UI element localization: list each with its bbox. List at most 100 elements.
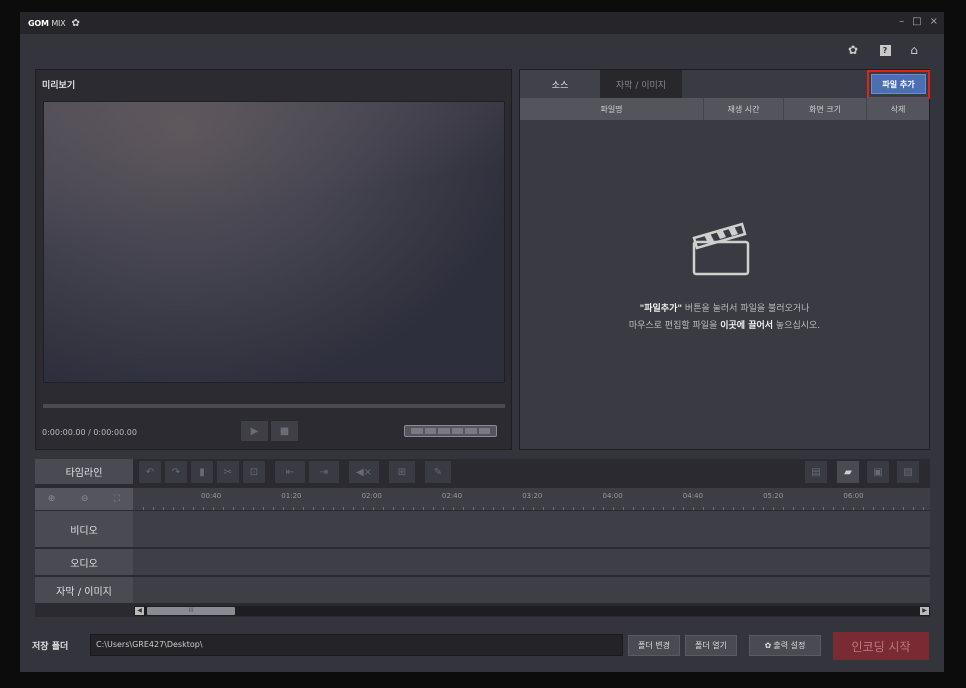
file-list-empty[interactable]: "파일추가" 버튼을 눌러서 파일을 불러오거나 마우스로 편집할 파일을 이곳… (520, 120, 929, 449)
split-right-icon[interactable]: ⇥ (309, 461, 339, 483)
time-ruler[interactable]: 00:40 01:20 02:00 02:40 03:20 04:00 04:40 05:20… (133, 488, 930, 510)
delete-icon[interactable]: ▮ (191, 461, 213, 483)
timeline-label: 타임라인 (35, 459, 133, 485)
track-label-audio: 오디오 (35, 549, 133, 576)
output-settings-button[interactable]: ✿ 출력 설정 (749, 635, 821, 656)
ruler-minor-tick (473, 507, 474, 510)
ruler-minor-tick (233, 507, 234, 510)
subtitle-track[interactable] (133, 577, 930, 604)
folder-icon[interactable]: ▰ (837, 461, 859, 483)
ruler-minor-tick (383, 507, 384, 510)
film-icon[interactable]: ▤ (805, 461, 827, 483)
ruler-minor-tick (743, 507, 744, 510)
empty-hint-line2: 마우스로 편집할 파일을 이곳에 끌어서 놓으십시오. (628, 321, 821, 331)
app-logo: GOM MIX (28, 18, 66, 28)
settings-gear-icon[interactable]: ✿ (71, 18, 79, 29)
export-icon[interactable]: ▧ (897, 461, 919, 483)
minimize-icon[interactable]: – (899, 16, 904, 27)
cut-icon[interactable]: ✂ (217, 461, 239, 483)
seek-bar[interactable] (43, 404, 505, 408)
save-icon[interactable]: ▣ (867, 461, 889, 483)
play-button[interactable]: ▶ (240, 420, 269, 442)
crop-icon[interactable]: ⊡ (243, 461, 265, 483)
ruler-minor-tick (323, 507, 324, 510)
close-icon[interactable]: × (930, 16, 938, 27)
stop-button[interactable]: ■ (270, 420, 299, 442)
scroll-thumb[interactable]: III (147, 607, 235, 615)
ruler-minor-tick (253, 507, 254, 510)
tab-subtitle-image[interactable]: 자막 / 이미지 (600, 70, 682, 98)
maximize-icon[interactable]: □ (912, 16, 921, 27)
ruler-minor-tick (403, 507, 404, 510)
preferences-gear-icon[interactable]: ✿ (845, 42, 861, 58)
redo-icon[interactable]: ↷ (165, 461, 187, 483)
ruler-tick-label: 06:00 (843, 492, 864, 500)
ruler-minor-tick (363, 507, 364, 510)
column-resolution[interactable]: 화면 크기 (784, 98, 867, 120)
ruler-tick-label: 01:20 (281, 492, 302, 500)
zoom-in-icon[interactable]: ⊕ (48, 494, 56, 504)
ruler-minor-tick (453, 507, 454, 510)
ruler-minor-tick (703, 507, 704, 510)
scroll-right-icon[interactable]: ▶ (920, 607, 929, 615)
timecode: 0:00:00.00 / 0:00:00.00 (42, 428, 137, 437)
column-duration[interactable]: 재생 시간 (704, 98, 784, 120)
play-icon: ▶ (250, 425, 259, 437)
ruler-minor-tick (863, 507, 864, 510)
zoom-controls: ⊕ ⊖ ⛶ (35, 488, 133, 510)
volume-slider[interactable] (404, 425, 497, 437)
ruler-minor-tick (783, 507, 784, 510)
ruler-minor-tick (223, 507, 224, 510)
split-left-icon[interactable]: ⇤ (275, 461, 305, 483)
timeline-panel: 타임라인 ↶ ↷ ▮ ✂ ⊡ ⇤ ⇥ ◀× ⊞ ✎ ▤ ▰ ▣ ▧ ⊕ ⊖ ⛶ … (35, 459, 930, 617)
column-delete[interactable]: 삭제 (867, 98, 929, 120)
ruler-minor-tick (833, 507, 834, 510)
help-icon[interactable]: ? (877, 42, 893, 58)
timeline-scrollbar[interactable]: ◀ III ▶ (134, 606, 930, 616)
save-path-field[interactable]: C:\Users\GRE427\Desktop\ (90, 634, 623, 656)
ruler-minor-tick (913, 507, 914, 510)
ruler-minor-tick (883, 507, 884, 510)
preview-panel: 미리보기 0:00:00.00 / 0:00:00.00 ▶ ■ (35, 69, 512, 450)
highlight-box (867, 70, 930, 99)
preview-screen (43, 101, 505, 383)
column-filename[interactable]: 파일명 (520, 98, 704, 120)
ruler-minor-tick (433, 507, 434, 510)
fit-icon[interactable]: ⛶ (114, 494, 120, 504)
ruler-minor-tick (413, 507, 414, 510)
encode-start-button[interactable]: 인코딩 시작 (833, 632, 929, 660)
ruler-minor-tick (483, 507, 484, 510)
ruler-minor-tick (463, 507, 464, 510)
ruler-minor-tick (923, 507, 924, 510)
open-folder-button[interactable]: 폴더 열기 (685, 635, 737, 656)
ruler-tick-label: 02:40 (441, 492, 463, 500)
audio-track[interactable] (133, 549, 930, 576)
ruler-minor-tick (213, 507, 214, 510)
zoom-out-icon[interactable]: ⊖ (81, 494, 89, 504)
ruler-minor-tick (753, 507, 754, 510)
ruler-minor-tick (313, 507, 314, 510)
scroll-left-icon[interactable]: ◀ (135, 607, 144, 615)
ruler-tick-label: 03:20 (522, 492, 543, 500)
ruler-minor-tick (853, 507, 854, 510)
ruler-minor-tick (613, 507, 614, 510)
mute-icon[interactable]: ◀× (349, 461, 379, 483)
ruler-minor-tick (823, 507, 824, 510)
ruler-minor-tick (553, 507, 554, 510)
ruler-minor-tick (653, 507, 654, 510)
home-icon[interactable]: ⌂ (906, 42, 922, 58)
save-bar: 저장 폴더 C:\Users\GRE427\Desktop\ 폴더 변경 폴더 … (20, 624, 944, 672)
ruler-tick-label: 00:40 (201, 492, 222, 500)
ruler-minor-tick (443, 507, 444, 510)
undo-icon[interactable]: ↶ (139, 461, 161, 483)
edit-icon[interactable]: ✎ (425, 461, 451, 483)
ruler-minor-tick (893, 507, 894, 510)
ruler-minor-tick (733, 507, 734, 510)
video-track[interactable] (133, 511, 930, 548)
text-icon[interactable]: ⊞ (389, 461, 415, 483)
ruler-minor-tick (243, 507, 244, 510)
ruler-minor-tick (793, 507, 794, 510)
ruler-minor-tick (633, 507, 634, 510)
change-folder-button[interactable]: 폴더 변경 (628, 635, 680, 656)
tab-source[interactable]: 소스 (520, 70, 600, 98)
